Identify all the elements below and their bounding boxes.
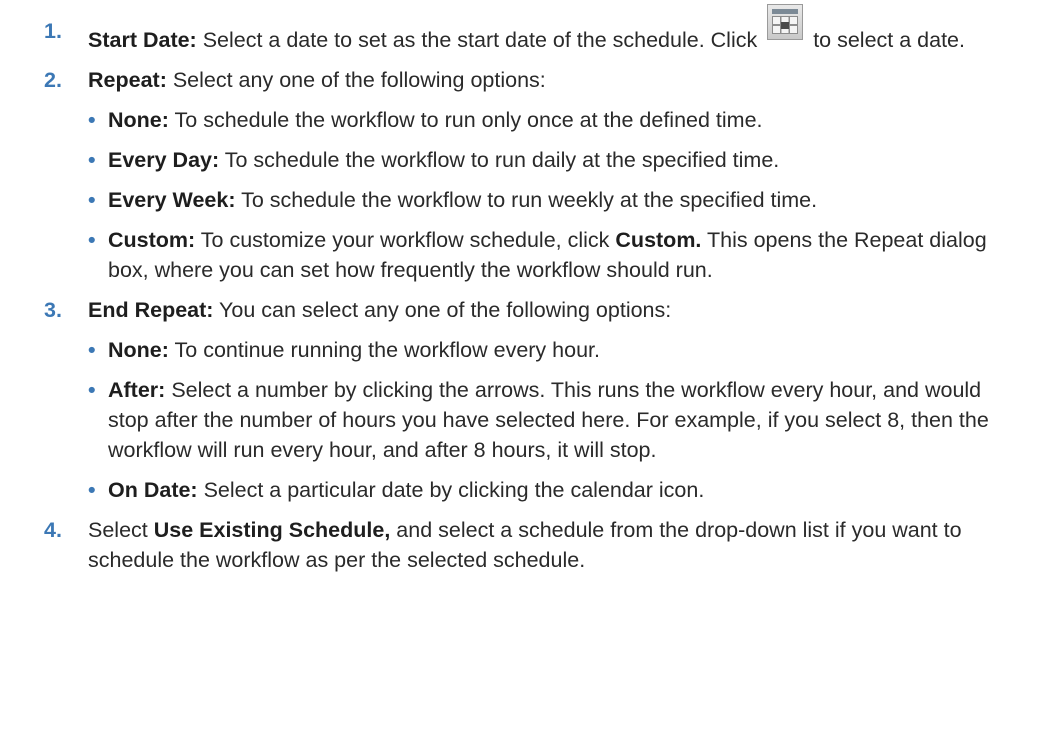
bullet-icon: • — [88, 188, 96, 212]
list-item: • Every Day: To schedule the workflow to… — [0, 145, 1042, 175]
step-number: 1. — [44, 19, 62, 43]
option-label-inline: Custom. — [615, 228, 702, 252]
option-description: Select a number by clicking the arrows. … — [108, 378, 989, 462]
option-label: After: — [108, 378, 166, 402]
step-description: Select any one of the following options: — [166, 68, 546, 92]
step-text: End Repeat: You can select any one of th… — [88, 298, 671, 322]
step-label: End Repeat: — [88, 298, 214, 322]
step-number: 4. — [44, 518, 62, 542]
document-body: 1. Start Date: Select a date to set as t… — [0, 0, 1042, 575]
option-label: None: — [108, 108, 169, 132]
option-description: To schedule the workflow to run daily at… — [219, 148, 780, 172]
option-label: Every Day: — [108, 148, 220, 172]
option-label: Every Week: — [108, 188, 236, 212]
step-text: Repeat: Select any one of the following … — [88, 68, 546, 92]
list-item: • Custom: To customize your workflow sch… — [0, 225, 1042, 285]
end-repeat-options-list: • None: To continue running the workflow… — [0, 335, 1042, 505]
option-description: To schedule the workflow to run weekly a… — [235, 188, 818, 212]
step-number: 2. — [44, 68, 62, 92]
option-label: None: — [108, 338, 169, 362]
step-text: Start Date: Select a date to set as the … — [88, 4, 965, 52]
step-label: Repeat: — [88, 68, 167, 92]
option-description: Select a particular date by clicking the… — [197, 478, 705, 502]
list-item: • None: To continue running the workflow… — [0, 335, 1042, 365]
step-description: Select a date to set as the start date o… — [196, 28, 764, 52]
bullet-icon: • — [88, 338, 96, 362]
bullet-icon: • — [88, 478, 96, 502]
repeat-options-list: • None: To schedule the workflow to run … — [0, 105, 1042, 285]
option-label: On Date: — [108, 478, 198, 502]
step-description: You can select any one of the following … — [213, 298, 672, 322]
option-description: To schedule the workflow to run only onc… — [168, 108, 763, 132]
step-number: 3. — [44, 298, 62, 322]
bullet-icon: • — [88, 378, 96, 402]
calendar-icon[interactable] — [767, 4, 804, 40]
step-label: Start Date: — [88, 28, 197, 52]
bullet-icon: • — [88, 108, 96, 132]
step-text: Select Use Existing Schedule, and select… — [88, 518, 962, 572]
list-item: • None: To schedule the workflow to run … — [0, 105, 1042, 135]
list-item: • On Date: Select a particular date by c… — [0, 475, 1042, 505]
step-end-repeat: 3. End Repeat: You can select any one of… — [0, 295, 1042, 325]
step-label: Use Existing Schedule, — [153, 518, 391, 542]
option-description: To continue running the workflow every h… — [168, 338, 600, 362]
step-start-date: 1. Start Date: Select a date to set as t… — [0, 4, 1042, 55]
step-repeat: 2. Repeat: Select any one of the followi… — [0, 65, 1042, 95]
step-use-existing-schedule: 4. Select Use Existing Schedule, and sel… — [0, 515, 1042, 575]
step-description: Select — [88, 518, 154, 542]
list-item: • After: Select a number by clicking the… — [0, 375, 1042, 465]
bullet-icon: • — [88, 148, 96, 172]
bullet-icon: • — [88, 228, 96, 252]
list-item: • Every Week: To schedule the workflow t… — [0, 185, 1042, 215]
step-description-continued: to select a date. — [807, 28, 965, 52]
option-label: Custom: — [108, 228, 196, 252]
option-description: To customize your workflow schedule, cli… — [195, 228, 616, 252]
